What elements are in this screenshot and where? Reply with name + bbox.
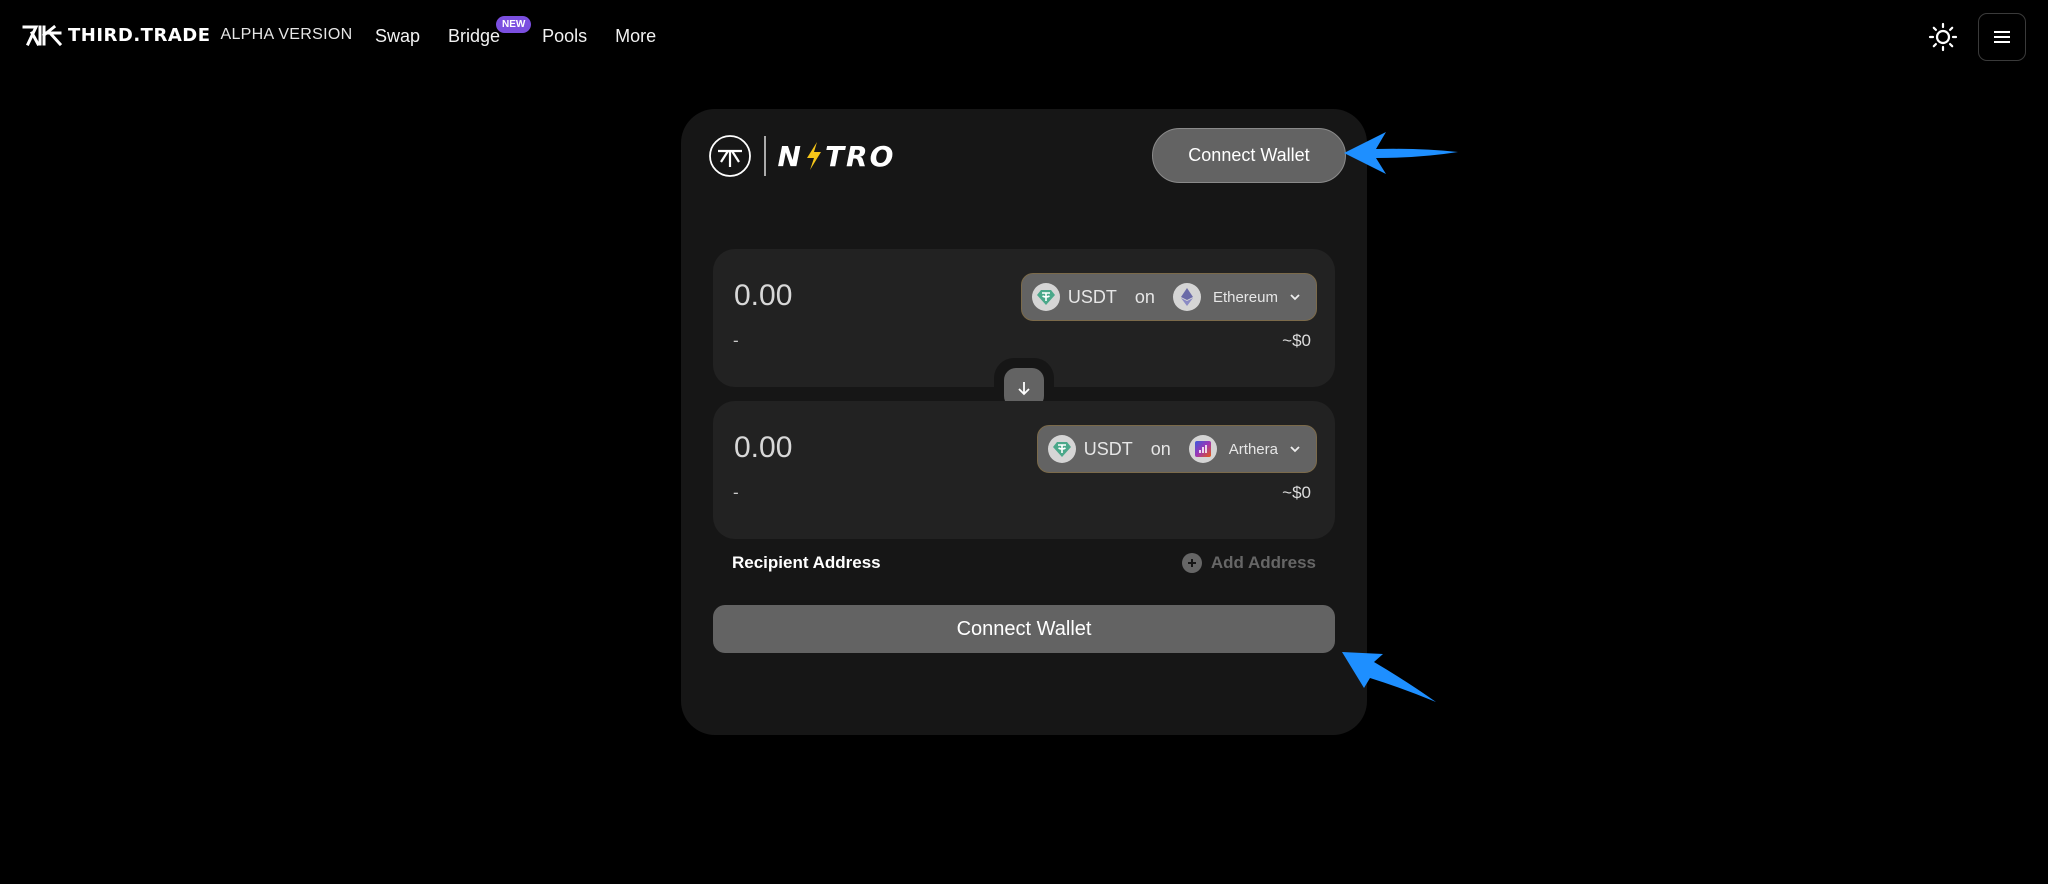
- nitro-logo: N TRO: [708, 134, 895, 178]
- arrow-down-icon: [1018, 382, 1030, 396]
- to-chain-label: Arthera: [1228, 440, 1278, 458]
- nitro-letters-tro: TRO: [824, 139, 896, 173]
- third-trade-logo-icon: [22, 24, 63, 46]
- from-token-label: USDT: [1067, 286, 1117, 307]
- from-balance: -: [733, 331, 739, 350]
- to-balance: -: [733, 483, 739, 502]
- chevron-down-icon: [1290, 294, 1300, 301]
- brand[interactable]: THIRD.TRADE ALPHA VERSION: [22, 24, 352, 46]
- nav-swap[interactable]: Swap: [375, 26, 420, 47]
- annotation-arrow-bottom-icon: [1342, 652, 1436, 702]
- lightning-bolt-icon: [806, 142, 821, 170]
- menu-button[interactable]: [1978, 13, 2026, 61]
- nav-pools[interactable]: Pools: [542, 26, 587, 47]
- from-token-chain-select[interactable]: USDT on Ethereum: [1020, 273, 1317, 321]
- hamburger-menu-icon: [1994, 31, 2010, 43]
- to-panel: 0.00 USDT on Arthera - ~$0: [713, 401, 1335, 539]
- header-connect-wallet-button[interactable]: Connect Wallet: [1152, 128, 1346, 183]
- ethereum-icon: [1172, 283, 1201, 311]
- alpha-version-label: ALPHA VERSION: [220, 26, 353, 43]
- nitro-letter-n: N: [777, 139, 803, 173]
- brand-name: THIRD.TRADE: [68, 24, 211, 46]
- sun-icon[interactable]: [1928, 22, 1958, 52]
- nav-bridge[interactable]: Bridge NEW: [448, 16, 532, 47]
- third-trade-emblem-icon: [709, 135, 751, 177]
- arthera-icon: [1188, 435, 1217, 463]
- to-on-label: on: [1150, 438, 1171, 459]
- main-connect-wallet-button[interactable]: Connect Wallet: [713, 605, 1335, 653]
- to-amount-input[interactable]: 0.00: [734, 431, 792, 465]
- usdt-icon: [1047, 435, 1076, 463]
- usdt-icon: [1031, 283, 1060, 311]
- from-amount-input[interactable]: 0.00: [734, 279, 792, 313]
- logo-divider: [764, 136, 766, 176]
- plus-circle-icon: [1181, 553, 1202, 573]
- recipient-address-label: Recipient Address: [732, 553, 881, 572]
- main-nav: Swap Bridge NEW Pools More: [375, 16, 656, 47]
- from-on-label: on: [1134, 286, 1155, 307]
- to-token-label: USDT: [1083, 438, 1133, 459]
- add-address-label: Add Address: [1210, 553, 1316, 572]
- to-token-chain-select[interactable]: USDT on Arthera: [1036, 425, 1317, 473]
- top-navigation: THIRD.TRADE ALPHA VERSION Swap Bridge NE…: [0, 0, 2048, 74]
- from-usd-value: ~$0: [1282, 331, 1311, 350]
- nav-more[interactable]: More: [615, 26, 656, 47]
- nitro-wordmark: N TRO: [778, 140, 896, 173]
- from-chain-label: Ethereum: [1212, 288, 1278, 306]
- bridge-card: N TRO Connect Wallet 0.00 USDT on Ethere…: [681, 109, 1367, 735]
- add-address-button[interactable]: Add Address: [1181, 553, 1316, 573]
- new-badge: NEW: [496, 16, 532, 33]
- to-usd-value: ~$0: [1282, 483, 1311, 502]
- nav-bridge-label: Bridge: [448, 26, 501, 46]
- annotation-arrow-top-icon: [1344, 132, 1458, 174]
- chevron-down-icon: [1290, 446, 1300, 453]
